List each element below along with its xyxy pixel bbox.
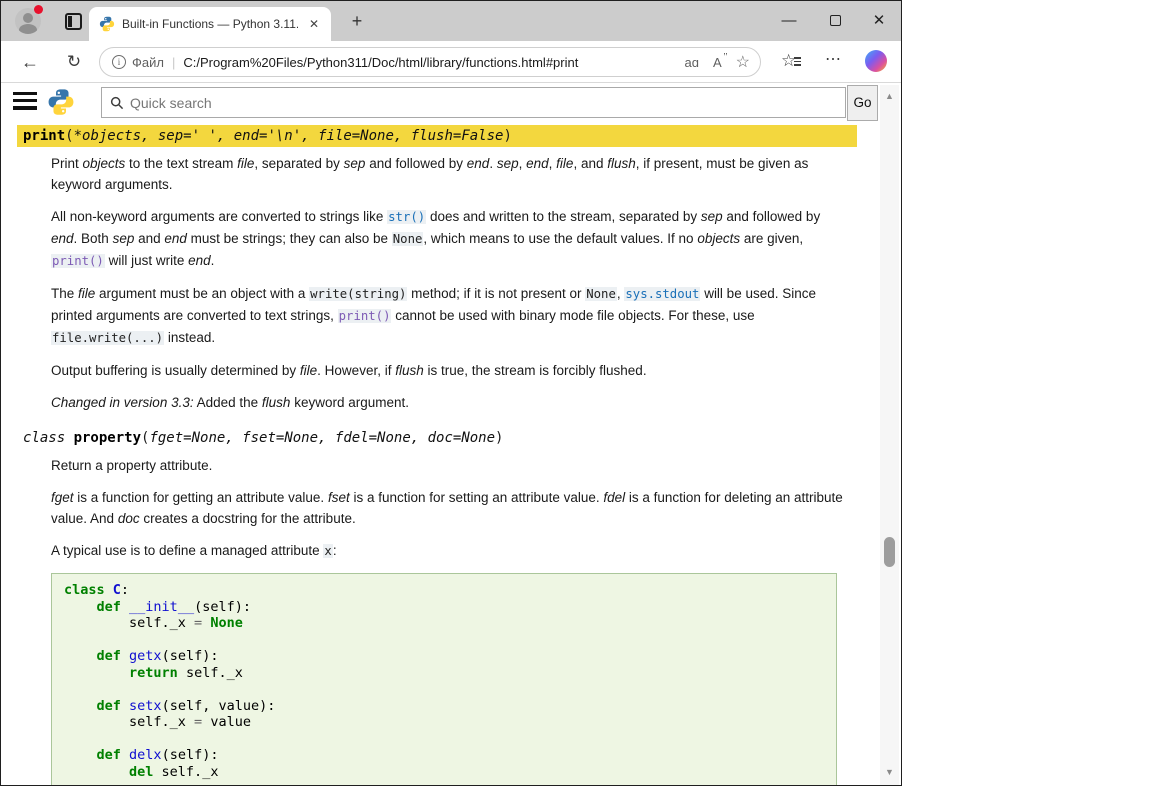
version-changed-note: Changed in version 3.3: Added the flush …: [51, 392, 849, 413]
scrollbar-thumb[interactable]: [884, 537, 895, 567]
property-description: Return a property attribute. fget is a f…: [51, 455, 849, 785]
search-input[interactable]: [130, 95, 837, 111]
address-divider: |: [172, 55, 175, 70]
translate-icon[interactable]: aɑ: [685, 55, 699, 70]
minimize-button[interactable]: —: [773, 7, 805, 35]
avatar-body: [19, 24, 37, 34]
notification-dot: [34, 5, 43, 14]
paragraph: Print objects to the text stream file, s…: [51, 153, 849, 195]
copilot-icon[interactable]: [865, 50, 887, 72]
address-bar[interactable]: i Файл | C:/Program%20Files/Python311/Do…: [99, 47, 761, 77]
browser-window: Built-in Functions — Python 3.11. ✕ + — …: [0, 0, 902, 786]
site-info-icon[interactable]: i: [112, 55, 126, 69]
search-go-button[interactable]: Go: [847, 85, 878, 121]
menu-icon[interactable]: [13, 92, 37, 114]
paragraph: Output buffering is usually determined b…: [51, 360, 849, 381]
protocol-label: Файл: [132, 55, 164, 70]
favorite-star-icon[interactable]: ☆: [736, 52, 750, 72]
refresh-button[interactable]: ↻: [61, 50, 87, 76]
tab-title: Built-in Functions — Python 3.11.: [122, 17, 298, 31]
browser-tab[interactable]: Built-in Functions — Python 3.11. ✕: [89, 7, 331, 41]
maximize-button[interactable]: [819, 7, 851, 35]
navigation-toolbar: ← ↻ i Файл | C:/Program%20Files/Python31…: [1, 41, 901, 83]
read-aloud-icon[interactable]: A: [713, 55, 722, 70]
paragraph: fget is a function for getting an attrib…: [51, 487, 849, 529]
window-close-button[interactable]: ✕: [863, 7, 895, 35]
address-text[interactable]: C:/Program%20Files/Python311/Doc/html/li…: [183, 55, 670, 70]
favorites-hub-icon[interactable]: ☆: [781, 51, 796, 71]
print-signature: print(*objects, sep=' ', end='\n', file=…: [17, 125, 857, 147]
search-icon: [110, 96, 124, 110]
docs-page-header: Go: [1, 83, 879, 123]
property-signature: class property(fget=None, fset=None, fde…: [17, 427, 857, 449]
paragraph: Return a property attribute.: [51, 455, 849, 476]
search-box: [101, 87, 846, 118]
tab-close-icon[interactable]: ✕: [305, 16, 323, 32]
code-example: class C: def __init__(self): self._x = N…: [51, 573, 837, 785]
page-content: Go print(*objects, sep=' ', end='\n', fi…: [1, 83, 879, 785]
hub-lines: [794, 55, 801, 68]
settings-more-icon[interactable]: ⋯: [825, 49, 842, 69]
paragraph: A typical use is to define a managed att…: [51, 540, 849, 562]
paragraph: The file argument must be an object with…: [51, 283, 849, 349]
title-bar: Built-in Functions — Python 3.11. ✕ + — …: [1, 1, 901, 41]
new-tab-button[interactable]: +: [345, 9, 369, 33]
document-body: print(*objects, sep=' ', end='\n', file=…: [1, 125, 879, 785]
print-description: Print objects to the text stream file, s…: [51, 153, 849, 413]
maximize-icon: [830, 15, 841, 26]
back-button[interactable]: ←: [17, 50, 43, 76]
python-logo[interactable]: [47, 88, 75, 116]
python-favicon: [99, 16, 115, 32]
page-scrollbar[interactable]: ▲ ▼: [880, 85, 899, 785]
scroll-down-icon[interactable]: ▼: [880, 763, 899, 781]
workspaces-icon[interactable]: [65, 13, 82, 30]
paragraph: All non-keyword arguments are converted …: [51, 206, 849, 272]
scroll-up-icon[interactable]: ▲: [880, 87, 899, 105]
avatar-head: [23, 13, 33, 23]
